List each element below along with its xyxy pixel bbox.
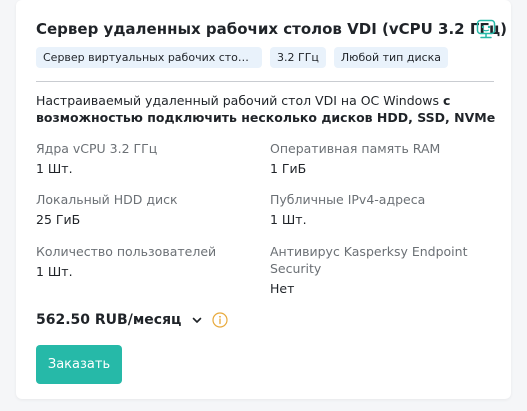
spec-label: Публичные IPv4-адреса (270, 192, 426, 207)
spec-ram: Оперативная память RAM 1 ГиБ (270, 140, 440, 177)
card-title: Сервер удаленных рабочих столов VDI (vCP… (36, 20, 507, 38)
chevron-down-icon[interactable] (191, 314, 203, 326)
spec-label: Оперативная память RAM (270, 141, 441, 156)
tag-disk-type: Любой тип диска (333, 47, 449, 68)
spec-label: Ядра vCPU 3.2 ГГц (36, 141, 158, 156)
tag-list: Сервер виртуальных рабочих столов ... 3.… (36, 47, 449, 68)
price-value: 562.50 RUB/месяц (36, 312, 182, 328)
spec-value: Нет (270, 281, 295, 296)
description-bold-start: с (443, 93, 451, 108)
divider (36, 81, 494, 82)
description-plain: Настраиваемый удаленный рабочий стол VDI… (36, 93, 440, 108)
description-bold: возможностью подключить несколько дисков… (36, 110, 496, 125)
price-selector[interactable]: 562.50 RUB/месяц (36, 312, 203, 328)
vdi-monitor-icon (476, 19, 496, 39)
spec-value: 1 ГиБ (270, 161, 307, 176)
spec-label: Локальный HDD диск (36, 192, 178, 207)
spec-value: 1 Шт. (36, 161, 73, 176)
spec-users: Количество пользователей 1 Шт. (36, 243, 216, 280)
info-icon[interactable] (212, 312, 228, 328)
spec-antivirus: Антивирус Kasperksy Endpoint Security Не… (270, 243, 490, 297)
spec-value: 1 Шт. (270, 212, 307, 227)
spec-hdd: Локальный HDD диск 25 ГиБ (36, 191, 178, 228)
spec-label: Антивирус Kasperksy Endpoint Security (270, 244, 468, 276)
card-description: Настраиваемый удаленный рабочий стол VDI… (36, 92, 496, 126)
spec-ipv4: Публичные IPv4-адреса 1 Шт. (270, 191, 425, 228)
spec-vcpu: Ядра vCPU 3.2 ГГц 1 Шт. (36, 140, 157, 177)
spec-value: 25 ГиБ (36, 212, 81, 227)
product-card: Сервер удаленных рабочих столов VDI (vCP… (16, 0, 511, 399)
spec-label: Количество пользователей (36, 244, 217, 259)
spec-value: 1 Шт. (36, 264, 73, 279)
tag-frequency: 3.2 ГГц (270, 47, 326, 68)
tag-category: Сервер виртуальных рабочих столов ... (36, 47, 262, 68)
order-button[interactable]: Заказать (36, 345, 122, 384)
